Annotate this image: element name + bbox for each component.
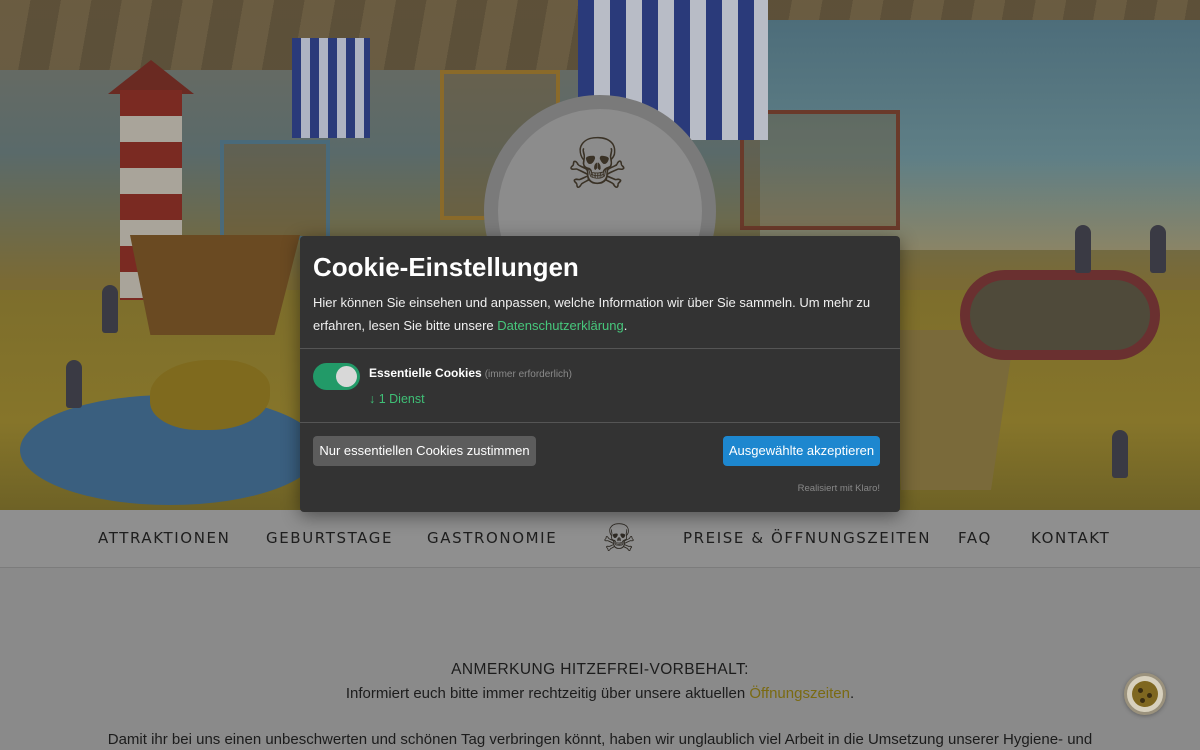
cookie-modal: Cookie-Einstellungen Hier können Sie ein… bbox=[300, 236, 900, 512]
nav-item-kontakt[interactable]: KONTAKT bbox=[1031, 529, 1110, 547]
note-text: Informiert euch bitte immer rechtzeitig … bbox=[0, 685, 1200, 702]
cookie-settings-button[interactable] bbox=[1124, 673, 1166, 715]
hero-person bbox=[102, 285, 118, 333]
note-text-after: . bbox=[850, 685, 855, 702]
main-content: ANMERKUNG HITZEFREI-VORBEHALT: Informier… bbox=[0, 568, 1200, 750]
hero-person bbox=[1112, 430, 1128, 478]
cookie-icon bbox=[1132, 681, 1158, 707]
main-nav: ATTRAKTIONEN GEBURTSTAGE GASTRONOMIE ☠ P… bbox=[0, 510, 1200, 568]
pirate-mascot-icon: ☠ bbox=[566, 125, 629, 203]
nav-item-preise[interactable]: PREISE & ÖFFNUNGSZEITEN bbox=[683, 529, 931, 547]
divider bbox=[300, 348, 900, 349]
required-note: (immer erforderlich) bbox=[484, 369, 572, 380]
divider bbox=[300, 422, 900, 423]
nav-item-geburtstage[interactable]: GEBURTSTAGE bbox=[266, 529, 393, 547]
cookie-modal-description-end: . bbox=[623, 318, 628, 333]
decline-button[interactable]: Nur essentiellen Cookies zustimmen bbox=[313, 436, 536, 466]
opening-hours-link[interactable]: Öffnungszeiten bbox=[749, 685, 850, 702]
essential-cookies-label: Essentielle Cookies (immer erforderlich) bbox=[369, 366, 572, 380]
essential-cookies-toggle[interactable] bbox=[313, 363, 360, 390]
nav-item-attraktionen[interactable]: ATTRAKTIONEN bbox=[98, 529, 230, 547]
toggle-knob bbox=[336, 366, 357, 387]
cookie-modal-description: Hier können Sie einsehen und anpassen, w… bbox=[313, 291, 888, 337]
privacy-policy-link[interactable]: Datenschutzerklärung bbox=[497, 318, 623, 333]
hero-fish-ride bbox=[150, 360, 270, 430]
hero-person bbox=[66, 360, 82, 408]
hero-person bbox=[1150, 225, 1166, 273]
accept-selected-button[interactable]: Ausgewählte akzeptieren bbox=[723, 436, 880, 466]
cookie-modal-title: Cookie-Einstellungen bbox=[313, 252, 579, 282]
hero-striped-flag bbox=[292, 38, 370, 138]
nav-item-gastronomie[interactable]: GASTRONOMIE bbox=[427, 529, 557, 547]
hero-kart-track bbox=[960, 270, 1160, 360]
hero-ship bbox=[130, 235, 300, 335]
hero-climbing-frame bbox=[220, 140, 330, 240]
powered-by-link[interactable]: Realisiert mit Klaro! bbox=[798, 483, 880, 494]
service-count-toggle[interactable]: ↓ 1 Dienst bbox=[369, 392, 425, 406]
hero-person bbox=[1075, 225, 1091, 273]
intro-paragraph: Damit ihr bei uns einen unbeschwerten un… bbox=[107, 731, 1093, 748]
note-text-before: Informiert euch bitte immer rechtzeitig … bbox=[345, 685, 750, 702]
note-title: ANMERKUNG HITZEFREI-VORBEHALT: bbox=[451, 661, 749, 678]
essential-cookies-title: Essentielle Cookies bbox=[369, 366, 482, 380]
nav-item-faq[interactable]: FAQ bbox=[958, 529, 992, 547]
nav-logo-pirate-icon[interactable]: ☠ bbox=[598, 513, 640, 565]
